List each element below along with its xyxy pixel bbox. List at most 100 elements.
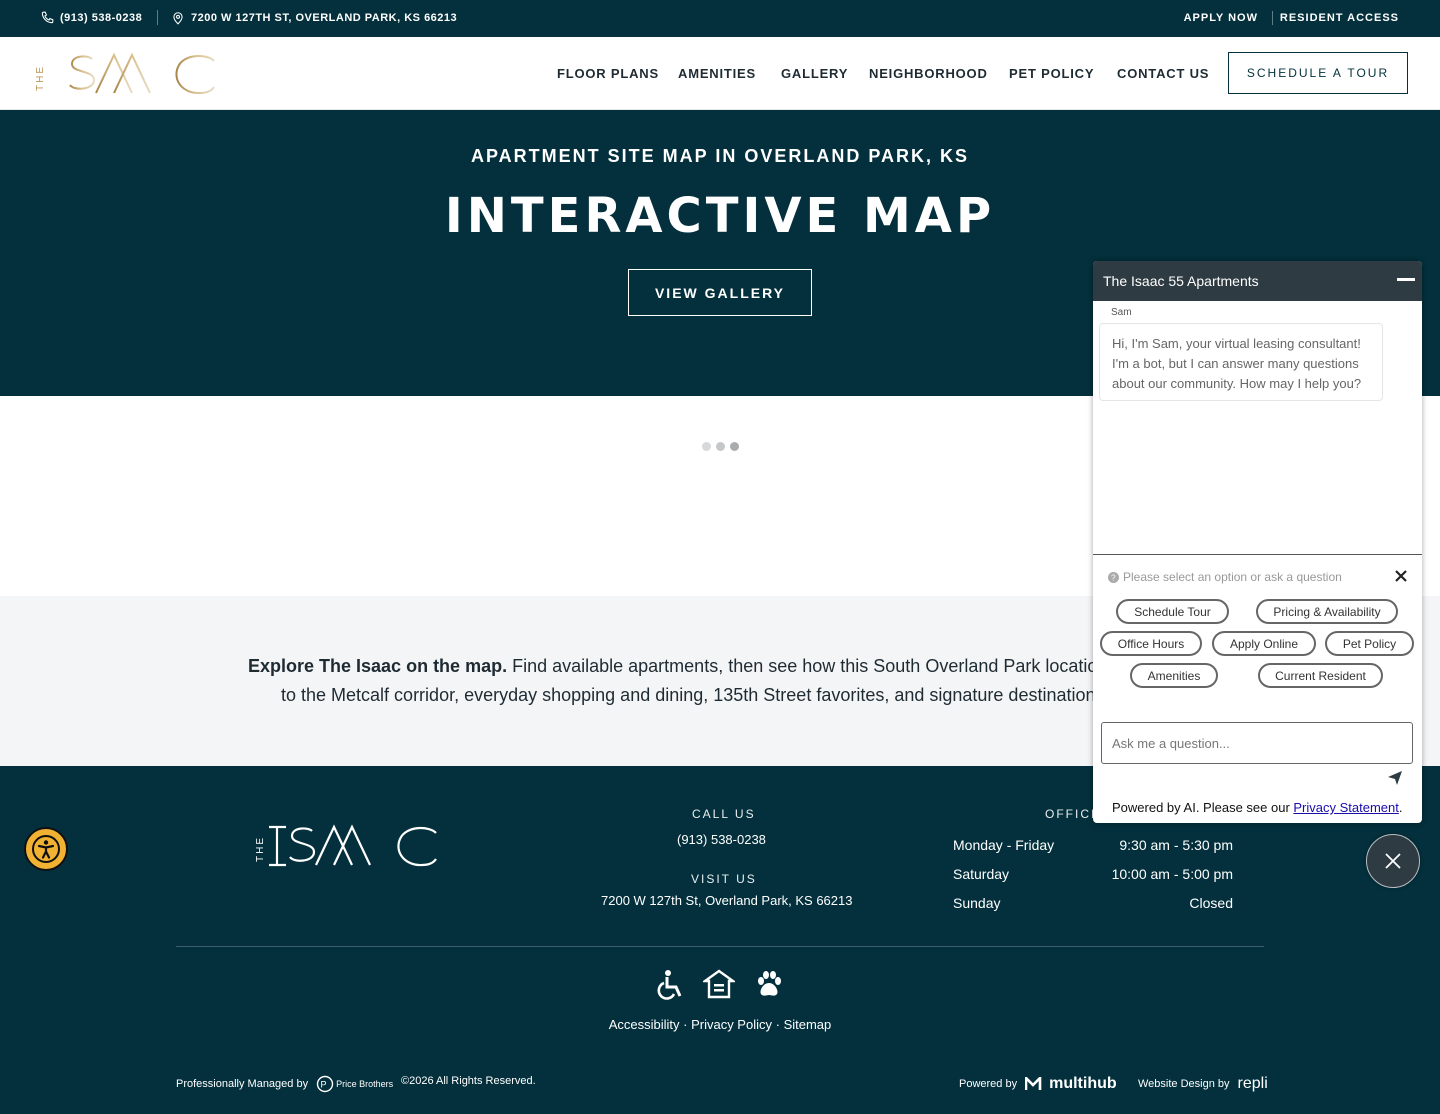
hours-time: 10:00 am - 5:00 pm: [1111, 866, 1233, 882]
hours-row: Saturday 10:00 am - 5:00 pm: [953, 866, 1233, 882]
chat-title: The Isaac 55 Apartments: [1103, 273, 1259, 289]
explore-text-line-2: to the Metcalf corridor, everyday shoppi…: [281, 685, 1105, 705]
link-separator: ·: [679, 1017, 692, 1032]
explore-bold-lead: Explore The Isaac on the map.: [248, 656, 508, 676]
equal-housing-icon: [701, 969, 737, 1006]
price-brothers-text: Price Brothers: [336, 1079, 394, 1089]
hours-day: Saturday: [953, 866, 1010, 882]
minimize-icon[interactable]: [1397, 278, 1415, 281]
chat-widget: The Isaac 55 Apartments Sam Hi, I'm Sam,…: [1093, 261, 1422, 823]
footer-phone-link[interactable]: (913) 538-0238: [677, 832, 766, 847]
loading-dot: [716, 442, 725, 451]
chip-schedule-tour[interactable]: Schedule Tour: [1116, 599, 1229, 624]
hours-time: 9:30 am - 5:30 pm: [1119, 837, 1233, 853]
topbar-divider-right: [1272, 11, 1273, 25]
hours-day: Monday - Friday: [953, 837, 1055, 853]
close-options-icon[interactable]: [1394, 569, 1408, 583]
chat-toggle-close-button[interactable]: [1366, 834, 1420, 888]
chip-amenities[interactable]: Amenities: [1130, 663, 1218, 688]
chip-current-resident[interactable]: Current Resident: [1258, 663, 1383, 688]
footer-address-link[interactable]: 7200 W 127th St, Overland Park, KS 66213: [601, 893, 852, 908]
footer-compliance-icons: [655, 969, 785, 1001]
topbar-phone-text: (913) 538-0238: [60, 11, 143, 24]
copyright: ©2026 All Rights Reserved.: [401, 1075, 536, 1087]
site-logo[interactable]: THE: [34, 51, 218, 97]
price-brothers-icon: P: [316, 1075, 334, 1093]
multihub-icon: [1025, 1077, 1043, 1091]
resident-access-link[interactable]: RESIDENT ACCESS: [1280, 0, 1399, 35]
footer-legal-links: Accessibility · Privacy Policy · Sitemap: [0, 1017, 1440, 1032]
link-separator: ·: [772, 1017, 784, 1032]
disclaimer-end: .: [1398, 800, 1403, 815]
site-header: THE FLOOR PLANS AMENITIES GALLERY NEIGHB…: [0, 37, 1440, 110]
chat-divider: [1093, 554, 1422, 555]
nav-amenities[interactable]: AMENITIES: [678, 37, 756, 109]
nav-neighborhood[interactable]: NEIGHBORHOOD: [869, 37, 988, 109]
loading-dot: [730, 442, 739, 451]
topbar-address-link[interactable]: 7200 W 127TH ST, OVERLAND PARK, KS 66213: [171, 0, 457, 35]
chip-apply-online[interactable]: Apply Online: [1212, 631, 1316, 656]
explore-text-rest: Find available apartments, then see how …: [507, 656, 1122, 676]
disclaimer-text: Powered by AI. Please see our: [1112, 800, 1294, 815]
svg-text:THE: THE: [35, 65, 46, 91]
hero-kicker: APARTMENT SITE MAP IN OVERLAND PARK, KS: [470, 146, 970, 166]
powered-by-multihub[interactable]: Powered by multihub: [959, 1075, 1117, 1093]
topbar-divider: [157, 10, 158, 25]
managed-by-label: Professionally Managed by: [176, 1078, 309, 1090]
chat-ai-disclaimer: Powered by AI. Please see our Privacy St…: [1112, 800, 1403, 815]
chip-pet-policy[interactable]: Pet Policy: [1325, 631, 1414, 656]
footer-link-sitemap[interactable]: Sitemap: [784, 1017, 832, 1032]
wheelchair-icon: [655, 969, 687, 1006]
nav-pet-policy[interactable]: PET POLICY: [1009, 37, 1094, 109]
nav-gallery[interactable]: GALLERY: [781, 37, 848, 109]
topbar-address-text: 7200 W 127TH ST, OVERLAND PARK, KS 66213: [191, 11, 458, 24]
map-pin-icon: [171, 11, 185, 25]
nav-contact-us[interactable]: CONTACT US: [1117, 37, 1209, 109]
powered-by-label: Powered by: [959, 1078, 1018, 1090]
hours-day: Sunday: [953, 895, 1001, 911]
paw-icon: [753, 969, 785, 1006]
close-icon: [1385, 853, 1401, 869]
accessibility-person-icon: [32, 835, 60, 863]
chip-pricing-availability[interactable]: Pricing & Availability: [1256, 599, 1398, 624]
chat-hint-text: Please select an option or ask a questio…: [1123, 570, 1342, 584]
explore-text-line-1: Explore The Isaac on the map. Find avail…: [248, 656, 1121, 677]
call-us-label: CALL US: [692, 807, 756, 821]
send-icon[interactable]: [1387, 770, 1403, 786]
hours-row: Monday - Friday 9:30 am - 5:30 pm: [953, 837, 1233, 853]
footer-divider: [176, 946, 1264, 947]
chat-message-bubble: Hi, I'm Sam, your virtual leasing consul…: [1099, 323, 1383, 401]
question-circle-icon: ?: [1108, 571, 1119, 583]
chat-message-input[interactable]: Ask me a question...: [1101, 722, 1413, 764]
footer-link-accessibility[interactable]: Accessibility: [609, 1017, 680, 1032]
schedule-tour-button[interactable]: SCHEDULE A TOUR: [1228, 52, 1408, 94]
website-design-by[interactable]: Website Design by repli: [1138, 1075, 1268, 1093]
chat-hint: ? Please select an option or ask a quest…: [1108, 570, 1342, 584]
managed-by: Professionally Managed by P Price Brothe…: [176, 1075, 393, 1093]
page-title: INTERACTIVE MAP: [444, 188, 996, 244]
chip-office-hours[interactable]: Office Hours: [1100, 631, 1202, 656]
svg-text:THE: THE: [255, 836, 266, 862]
hours-time: Closed: [1189, 895, 1233, 911]
svg-text:?: ?: [1111, 573, 1116, 582]
view-gallery-button[interactable]: VIEW GALLERY: [628, 269, 812, 316]
visit-us-label: VISIT US: [691, 872, 757, 886]
chat-header: The Isaac 55 Apartments: [1093, 261, 1422, 301]
svg-text:P: P: [321, 1080, 327, 1090]
footer-logo[interactable]: THE: [254, 824, 440, 868]
apply-now-link[interactable]: APPLY NOW: [1184, 0, 1258, 35]
top-utility-bar: (913) 538-0238 7200 W 127TH ST, OVERLAND…: [0, 0, 1440, 37]
topbar-phone-link[interactable]: (913) 538-0238: [40, 0, 142, 35]
website-design-label: Website Design by: [1138, 1078, 1230, 1090]
repli-wordmark: repli: [1237, 1075, 1268, 1092]
multihub-wordmark: multihub: [1049, 1075, 1117, 1092]
price-brothers-logo[interactable]: P Price Brothers: [316, 1075, 393, 1093]
footer-link-privacy-policy[interactable]: Privacy Policy: [691, 1017, 772, 1032]
chat-sender-name: Sam: [1111, 307, 1132, 318]
nav-floor-plans[interactable]: FLOOR PLANS: [557, 37, 659, 109]
accessibility-widget-button[interactable]: [24, 827, 68, 871]
hours-row: Sunday Closed: [953, 895, 1233, 911]
loading-dot: [702, 442, 711, 451]
privacy-statement-link[interactable]: Privacy Statement: [1293, 800, 1399, 815]
phone-icon: [40, 11, 54, 25]
